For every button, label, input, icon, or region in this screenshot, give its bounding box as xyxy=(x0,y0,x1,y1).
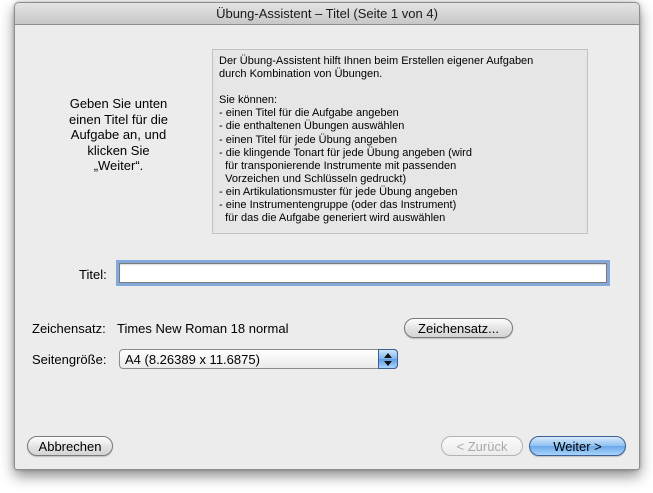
info-box: Der Übung-Assistent hilft Ihnen beim Ers… xyxy=(212,49,588,234)
info-line: - die klingende Tonart für jede Übung an… xyxy=(219,146,472,159)
info-line: - einen Titel für jede Übung angeben xyxy=(219,133,397,146)
info-line: - ein Artikulationsmuster für jede Übung… xyxy=(219,185,458,198)
title-input[interactable] xyxy=(119,263,607,283)
page-size-label: Seitengröße: xyxy=(32,352,107,367)
select-arrows-icon xyxy=(378,349,398,369)
next-button[interactable]: Weiter > xyxy=(529,436,626,456)
info-line: - eine Instrumentengruppe (oder das Inst… xyxy=(219,199,457,212)
instructions-text: Geben Sie unten einen Titel für die Aufg… xyxy=(41,96,196,174)
cancel-button[interactable]: Abbrechen xyxy=(27,436,113,456)
window-title: Übung-Assistent – Titel (Seite 1 von 4) xyxy=(15,3,639,25)
page-size-select[interactable]: A4 (8.26389 x 11.6875) xyxy=(119,349,398,369)
info-line: Vorzeichen und Schlüsseln gedruckt) xyxy=(219,172,407,185)
back-button[interactable]: < Zurück xyxy=(441,436,523,456)
info-line: für das die Aufgabe generiert wird auswä… xyxy=(219,212,446,225)
page-size-value: A4 (8.26389 x 11.6875) xyxy=(125,352,260,367)
instructions-line: einen Titel für die xyxy=(68,111,168,127)
wizard-window: Übung-Assistent – Titel (Seite 1 von 4) … xyxy=(14,2,640,470)
info-line: durch Kombination von Übungen. xyxy=(219,68,383,81)
info-line: Der Übung-Assistent hilft Ihnen beim Ers… xyxy=(219,55,534,67)
info-line xyxy=(219,81,581,94)
instructions-line: klicken Sie xyxy=(87,142,150,158)
instructions-line: „Weiter“. xyxy=(93,158,144,173)
info-line: für transponierende Instrumente mit pass… xyxy=(219,159,457,172)
instructions-line: Aufgabe an, und xyxy=(70,127,167,142)
font-value: Times New Roman 18 normal xyxy=(117,321,289,336)
font-button[interactable]: Zeichensatz... xyxy=(404,318,513,338)
font-label: Zeichensatz: xyxy=(32,321,106,336)
info-line: - einen Titel für die Aufgabe angeben xyxy=(219,107,399,120)
info-line: - die enthaltenen Übungen auswählen xyxy=(219,120,405,133)
info-line: Sie können: xyxy=(219,94,278,107)
title-label: Titel: xyxy=(79,267,107,282)
instructions-line: Geben Sie unten xyxy=(69,96,168,111)
